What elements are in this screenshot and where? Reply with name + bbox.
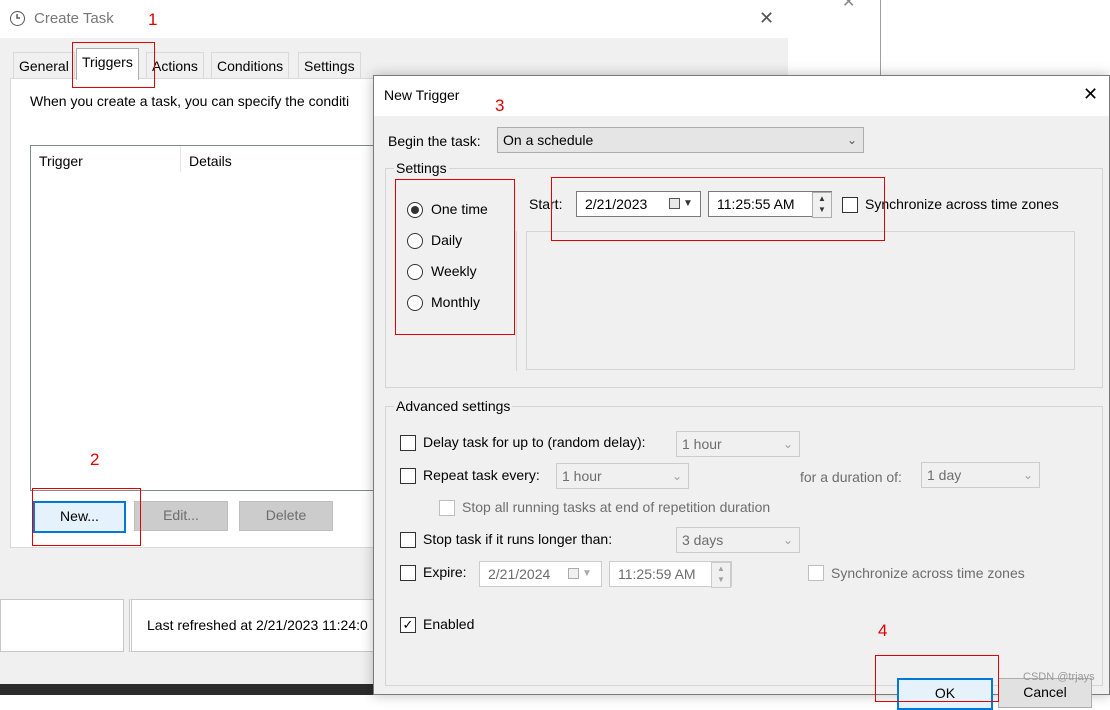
stop-task-longer-checkbox[interactable] xyxy=(400,532,416,548)
tab-conditions[interactable]: Conditions xyxy=(211,52,290,80)
calendar-dropdown-arrow-icon: ▼ xyxy=(582,568,592,579)
delete-trigger-button[interactable]: Delete xyxy=(239,501,333,531)
duration-label: for a duration of: xyxy=(800,469,902,485)
advanced-settings-label: Advanced settings xyxy=(394,398,513,414)
start-date-picker[interactable]: 2/21/2023 ▼ xyxy=(576,191,701,217)
expire-date-picker[interactable]: 2/21/2024 ▼ xyxy=(479,561,602,587)
delay-value: 1 hour xyxy=(682,436,722,452)
chevron-down-icon: ⌄ xyxy=(846,133,857,147)
task-clock-icon xyxy=(10,11,25,26)
stop-task-longer-label[interactable]: Stop task if it runs longer than: xyxy=(423,531,612,547)
radio-weekly[interactable] xyxy=(407,264,423,280)
new-trigger-dialog: New Trigger ✕ Begin the task: On a sched… xyxy=(373,75,1110,710)
dialog-title: New Trigger xyxy=(384,87,460,103)
expire-time-value: 11:25:59 AM xyxy=(618,566,696,582)
tab-actions[interactable]: Actions xyxy=(146,52,204,80)
sync-time-zones-label[interactable]: Synchronize across time zones xyxy=(865,196,1059,212)
dialog-title-bar xyxy=(374,76,1109,116)
status-bar-left xyxy=(0,599,124,652)
expire-label[interactable]: Expire: xyxy=(423,564,467,580)
enabled-checkbox[interactable]: ✓ xyxy=(400,617,416,633)
calendar-dropdown-arrow-icon: ▼ xyxy=(683,198,693,209)
tab-general[interactable]: General xyxy=(13,52,75,80)
expire-date-value: 2/21/2024 xyxy=(488,566,551,582)
start-label: Start: xyxy=(529,196,563,212)
close-icon[interactable]: ✕ xyxy=(759,8,774,29)
repeat-task-label[interactable]: Repeat task every: xyxy=(423,467,540,483)
sync-time-zones-checkbox[interactable] xyxy=(842,197,858,213)
window-title: Create Task xyxy=(34,10,114,27)
title-bar: Create Task ✕ xyxy=(0,0,788,38)
settings-divider xyxy=(516,231,517,371)
status-text: Last refreshed at 2/21/2023 11:24:0 xyxy=(147,617,368,633)
chevron-down-icon: ⌄ xyxy=(782,533,793,547)
dialog-close-icon[interactable]: ✕ xyxy=(1083,84,1098,105)
delay-select[interactable]: 1 hour ⌄ xyxy=(676,431,800,457)
tab-settings[interactable]: Settings xyxy=(298,52,361,80)
settings-group-label: Settings xyxy=(394,160,449,176)
column-header-details[interactable]: Details xyxy=(189,153,232,169)
ok-button[interactable]: OK xyxy=(897,678,993,710)
schedule-detail-panel xyxy=(526,231,1075,370)
radio-daily-label[interactable]: Daily xyxy=(431,232,462,248)
radio-one-time-label[interactable]: One time xyxy=(431,201,488,217)
delay-task-checkbox[interactable] xyxy=(400,435,416,451)
expire-checkbox[interactable] xyxy=(400,565,416,581)
enabled-label[interactable]: Enabled xyxy=(423,616,474,632)
watermark: CSDN @trjays xyxy=(1023,671,1095,683)
radio-one-time[interactable] xyxy=(407,202,423,218)
delay-task-label[interactable]: Delay task for up to (random delay): xyxy=(423,434,646,450)
radio-daily[interactable] xyxy=(407,233,423,249)
calendar-icon xyxy=(568,568,579,579)
expire-sync-label[interactable]: Synchronize across time zones xyxy=(831,565,1025,581)
radio-weekly-label[interactable]: Weekly xyxy=(431,263,477,279)
new-trigger-button[interactable]: New... xyxy=(33,501,126,533)
begin-task-select[interactable]: On a schedule ⌄ xyxy=(497,127,864,153)
tab-triggers[interactable]: Triggers xyxy=(76,48,139,80)
column-divider xyxy=(180,146,181,172)
triggers-description: When you create a task, you can specify … xyxy=(30,93,350,109)
start-time-value: 11:25:55 AM xyxy=(717,196,795,212)
repeat-select[interactable]: 1 hour ⌄ xyxy=(556,463,689,489)
annotation-number-2: 2 xyxy=(90,450,100,469)
calendar-icon xyxy=(669,198,680,209)
start-date-value: 2/21/2023 xyxy=(585,196,648,212)
column-header-trigger[interactable]: Trigger xyxy=(39,153,83,169)
trigger-list[interactable] xyxy=(30,145,375,491)
expire-sync-checkbox[interactable] xyxy=(808,565,824,581)
stop-running-tasks-checkbox[interactable] xyxy=(439,500,455,516)
stop-running-tasks-label[interactable]: Stop all running tasks at end of repetit… xyxy=(462,499,770,515)
duration-value: 1 day xyxy=(927,467,962,483)
repeat-task-checkbox[interactable] xyxy=(400,468,416,484)
background-window xyxy=(786,0,881,79)
start-time-spinner[interactable]: ▲ ▼ xyxy=(812,192,832,218)
begin-task-value: On a schedule xyxy=(503,132,594,148)
chevron-down-icon: ⌄ xyxy=(782,437,793,451)
annotation-number-4: 4 xyxy=(878,621,888,640)
annotation-number-3: 3 xyxy=(495,96,505,115)
duration-select[interactable]: 1 day ⌄ xyxy=(921,462,1040,488)
chevron-down-icon: ⌄ xyxy=(671,469,682,483)
stop-task-longer-value: 3 days xyxy=(682,532,724,548)
edit-trigger-button[interactable]: Edit... xyxy=(134,501,228,531)
annotation-number-1: 1 xyxy=(148,10,158,29)
chevron-down-icon: ⌄ xyxy=(1022,468,1033,482)
stop-task-longer-select[interactable]: 3 days ⌄ xyxy=(676,527,800,553)
radio-monthly[interactable] xyxy=(407,295,423,311)
expire-time-spinner[interactable]: ▲ ▼ xyxy=(711,562,731,588)
background-window-close-icon: ✕ xyxy=(842,0,856,11)
begin-task-label: Begin the task: xyxy=(388,133,481,149)
radio-monthly-label[interactable]: Monthly xyxy=(431,294,480,310)
repeat-value: 1 hour xyxy=(562,468,602,484)
